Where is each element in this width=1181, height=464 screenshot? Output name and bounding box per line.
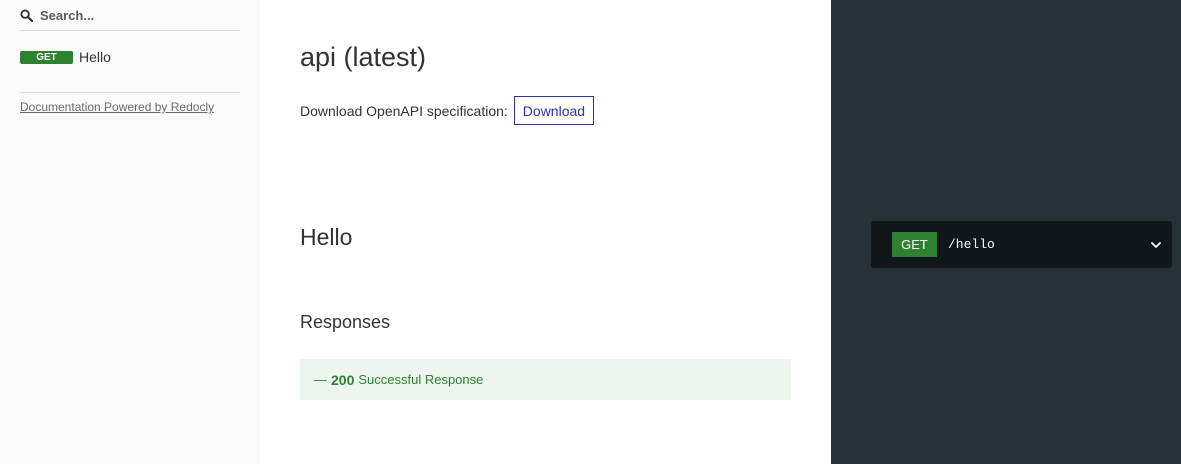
- response-200-row[interactable]: — 200 Successful Response: [300, 359, 791, 400]
- search-bar[interactable]: [20, 0, 240, 31]
- response-dash: —: [314, 372, 327, 387]
- sidebar-divider: [20, 92, 240, 93]
- method-badge-get: GET: [20, 50, 73, 64]
- endpoint-selector[interactable]: GET /hello: [871, 221, 1172, 268]
- endpoint-method-badge: GET: [892, 232, 937, 257]
- sidebar: GET Hello Documentation Powered by Redoc…: [0, 0, 260, 464]
- page-title: api (latest): [300, 42, 427, 72]
- right-panel: GET /hello: [831, 0, 1181, 464]
- main-content: api (latest) Download OpenAPI specificat…: [260, 0, 831, 464]
- search-input[interactable]: [40, 7, 220, 23]
- chevron-down-icon: [1151, 242, 1161, 248]
- download-button[interactable]: Download: [513, 96, 595, 125]
- powered-by-link[interactable]: Documentation Powered by Redocly: [20, 100, 214, 114]
- response-description: Successful Response: [358, 372, 484, 387]
- download-row: Download OpenAPI specification: Download: [300, 96, 595, 125]
- response-code: 200: [331, 371, 355, 388]
- responses-heading: Responses: [300, 312, 391, 332]
- search-icon: [20, 8, 33, 22]
- operation-title: Hello: [300, 224, 353, 250]
- sidebar-item-hello[interactable]: GET Hello: [20, 49, 111, 65]
- endpoint-path: /hello: [948, 237, 995, 252]
- sidebar-item-label: Hello: [79, 49, 111, 65]
- download-label: Download OpenAPI specification:: [300, 102, 508, 119]
